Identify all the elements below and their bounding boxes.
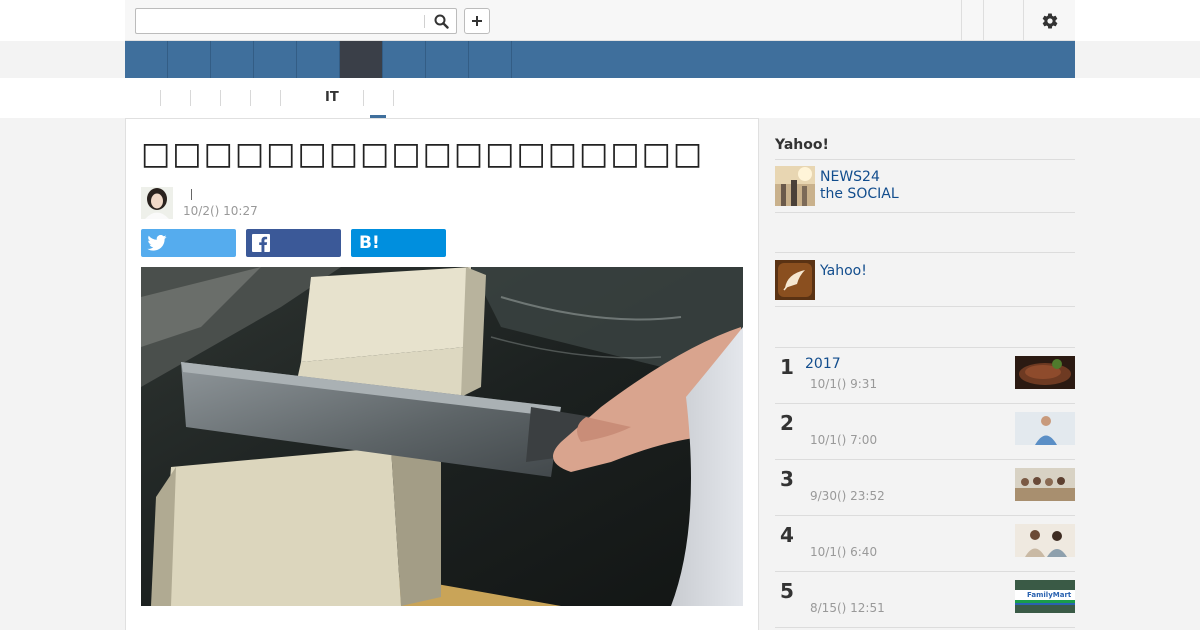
ranking-number: 2 [780,411,794,435]
subnav-item[interactable] [393,90,423,106]
subnav-item[interactable] [132,90,160,106]
nav-tab-active[interactable] [340,41,383,78]
ranking-number: 4 [780,523,794,547]
ranking-time: 10/1() 7:00 [810,433,878,447]
yahoo-link[interactable]: Yahoo! [820,263,867,280]
ranking-divider [775,459,1075,460]
news24-link[interactable]: NEWS24 the SOCIAL [820,169,899,203]
article-timestamp: 10/2() 10:27 [183,204,258,218]
familymart-sign-text: FamilyMart [1027,591,1072,599]
sidebar-divider [775,159,1075,160]
ranking-divider [775,571,1075,572]
ranking-time: 10/1() 6:40 [810,545,878,559]
nav-tab[interactable] [469,41,512,78]
ranking-time: 9/30() 23:52 [810,489,885,503]
subnav-item-it[interactable]: IT [325,90,339,105]
subnav-item[interactable] [363,90,393,106]
ranking-thumbnail-person[interactable] [1015,412,1075,445]
top-bar [0,0,1200,41]
nav-tab[interactable] [383,41,426,78]
subnav-item[interactable] [280,90,310,106]
subnav-item[interactable] [190,90,220,106]
ranking-time: 10/1() 9:31 [810,377,878,391]
facebook-icon [252,234,270,252]
search-button[interactable] [430,11,452,31]
search-divider [424,15,425,28]
ranking-time: 8/15() 12:51 [810,601,885,615]
yahoo-app-thumbnail[interactable] [775,260,815,300]
ranking-number: 1 [780,355,794,379]
sidebar-divider [775,212,1075,213]
hatena-bookmark-icon: B! [359,233,380,253]
news24-thumbnail[interactable] [775,166,815,206]
ranking-thumbnail-steak[interactable] [1015,356,1075,389]
ranking-thumbnail-group[interactable] [1015,468,1075,501]
subnav-item[interactable] [250,90,280,106]
ranking-number: 5 [780,579,794,603]
nav-tab[interactable] [168,41,211,78]
plus-icon [472,16,482,26]
nav-tab[interactable] [254,41,297,78]
familymart-sign-stripe [1015,603,1075,605]
facebook-share-button[interactable] [246,229,341,257]
article-photo-tofu [141,267,743,606]
ranking-thumbnail-familymart[interactable]: FamilyMart [1015,580,1075,613]
nav-tab[interactable] [297,41,340,78]
twitter-icon [147,235,167,251]
twitter-share-button[interactable] [141,229,236,257]
sub-nav [0,78,1200,118]
settings-button[interactable] [1039,10,1061,32]
top-divider [1023,0,1024,40]
ranking-title[interactable]: 2017 [805,356,841,372]
nav-tab[interactable] [125,41,168,78]
nav-tab[interactable] [211,41,254,78]
subnav-item[interactable] [220,90,250,106]
add-button[interactable] [464,8,490,34]
news24-link-line2: the SOCIAL [820,186,899,202]
author-separator [191,189,192,200]
nav-tab[interactable] [426,41,469,78]
hatena-bookmark-button[interactable]: B! [351,229,446,257]
ranking-thumbnail-couple[interactable] [1015,524,1075,557]
sidebar-divider [775,306,1075,307]
top-bar-inner [125,0,1075,41]
author-avatar[interactable] [141,187,173,219]
ranking-divider [775,403,1075,404]
subnav-item[interactable] [160,90,190,106]
top-divider [961,0,962,40]
top-divider [983,0,984,40]
news24-link-line1: NEWS24 [820,169,880,185]
ranking-divider [775,627,1075,628]
search-box [135,8,457,34]
sidebar-heading: Yahoo! [775,137,829,153]
article-title: □□□□□□□□□□□□□□□□□□□ [141,136,701,172]
gear-icon [1042,13,1058,29]
search-icon [434,14,449,29]
sidebar-divider [775,252,1075,253]
main-nav [125,41,1075,78]
ranking-divider [775,515,1075,516]
sidebar-divider [775,347,1075,348]
search-input[interactable] [140,12,420,30]
ranking-number: 3 [780,467,794,491]
